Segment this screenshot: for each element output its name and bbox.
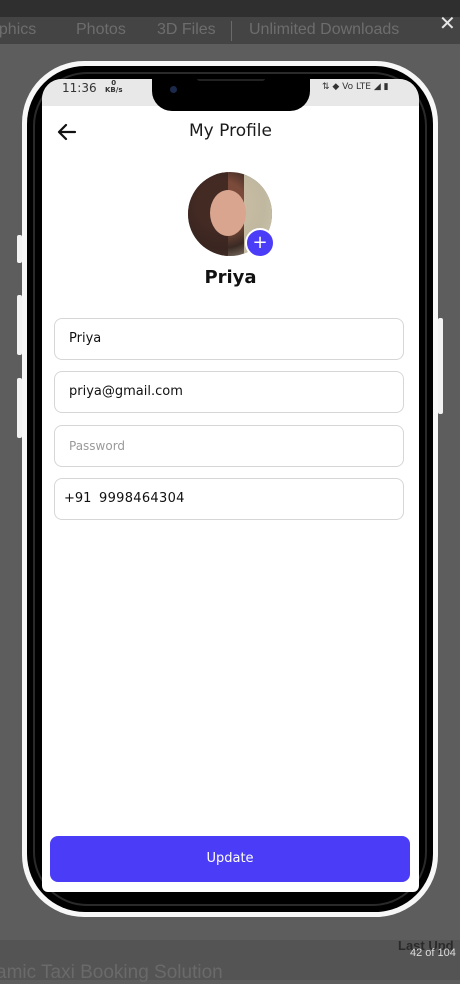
page-title: My Profile [189,121,272,141]
phone-number-value: 9998464304 [99,491,185,506]
app-header: My Profile [42,109,419,153]
phone-power-button [438,318,443,414]
footer-title: amic Taxi Booking Solution [0,962,223,983]
add-photo-button[interactable]: + [245,228,275,258]
nav-item-unlimited-downloads[interactable]: Unlimited Downloads [249,21,399,39]
password-field[interactable]: Password [54,425,404,467]
status-time: 11:36 [62,81,97,95]
camera-notch [152,79,310,111]
speaker-grille [197,79,265,81]
front-camera [170,86,177,93]
phone-field[interactable]: +91 9998464304 [54,478,404,520]
nav-item-graphics[interactable]: aphics [0,21,36,39]
status-network-speed: 0 KB/s [105,80,122,94]
email-field[interactable]: priya@gmail.com [54,371,404,413]
update-button[interactable]: Update [50,836,410,882]
name-field-value: Priya [69,331,102,346]
email-field-value: priya@gmail.com [69,384,183,399]
page-counter: 42 of 104 [410,947,456,959]
phone-screen: 11:36 0 KB/s ⇅ ◆ Vo LTE ◢ ▮ My Profile +… [42,79,419,892]
nav-divider [231,21,232,41]
status-icons: ⇅ ◆ Vo LTE ◢ ▮ [322,82,389,92]
nav-item-3d-files[interactable]: 3D Files [157,21,216,39]
top-strip [0,0,460,17]
close-icon[interactable]: ✕ [439,11,456,35]
status-kb-unit: KB/s [105,86,123,94]
country-code[interactable]: +91 [64,491,91,506]
nav-item-photos[interactable]: Photos [76,21,126,39]
profile-name: Priya [204,267,257,288]
name-field[interactable]: Priya [54,318,404,360]
password-placeholder: Password [69,439,126,453]
